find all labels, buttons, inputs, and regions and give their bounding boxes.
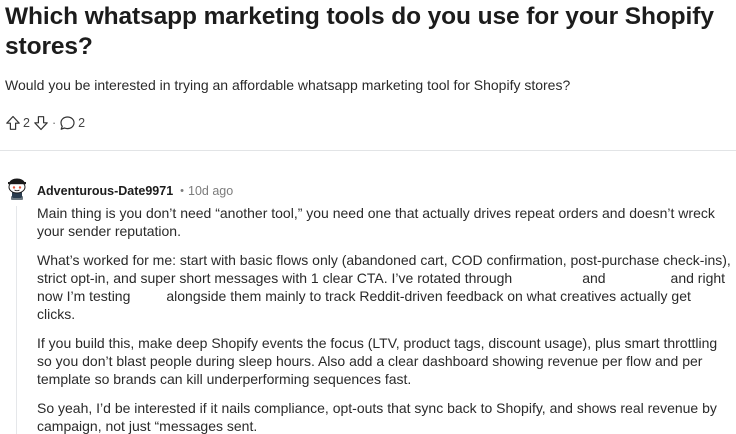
comment-paragraph-2: What’s worked for me: start with basic f…	[37, 251, 732, 323]
comment-paragraph-2-part-4: alongside them mainly to track Reddit-dr…	[37, 288, 691, 322]
comment-paragraph-4: So yeah, I’d be interested if it nails c…	[37, 400, 717, 434]
comment-paragraph-3: If you build this, make deep Shopify eve…	[37, 335, 718, 387]
meta-separator: •	[180, 185, 185, 197]
comment-paragraph-2-part-2: and	[582, 270, 606, 286]
vote-count: 2	[23, 116, 30, 130]
comment-username[interactable]: Adventurous-Date9971	[37, 183, 173, 199]
post-body: Would you be interested in trying an aff…	[5, 77, 571, 93]
comment-count[interactable]: 2	[78, 116, 85, 130]
post-title: Which whatsapp marketing tools do you us…	[5, 3, 714, 60]
downvote-arrow-icon[interactable]	[33, 115, 49, 131]
upvote-arrow-icon[interactable]	[5, 115, 21, 131]
comment-timestamp[interactable]: 10d ago	[188, 183, 233, 199]
section-divider	[0, 150, 736, 151]
comment-paragraph-2-part-1: What’s worked for me: start with basic f…	[37, 252, 731, 286]
snoo-avatar[interactable]	[5, 176, 29, 200]
post-action-bar: 2 · 2	[5, 113, 88, 133]
reddit-post-page: Which whatsapp marketing tools do you us…	[0, 0, 736, 434]
comment-body: Main thing is you don’t need “another to…	[37, 204, 732, 434]
comment-bubble-icon[interactable]	[59, 115, 76, 131]
comment-meta: Adventurous-Date9971 • 10d ago	[37, 183, 233, 199]
comment-thread-line[interactable]	[16, 206, 17, 434]
action-separator: ·	[51, 116, 57, 130]
comment-paragraph-1: Main thing is you don’t need “another to…	[37, 205, 715, 239]
